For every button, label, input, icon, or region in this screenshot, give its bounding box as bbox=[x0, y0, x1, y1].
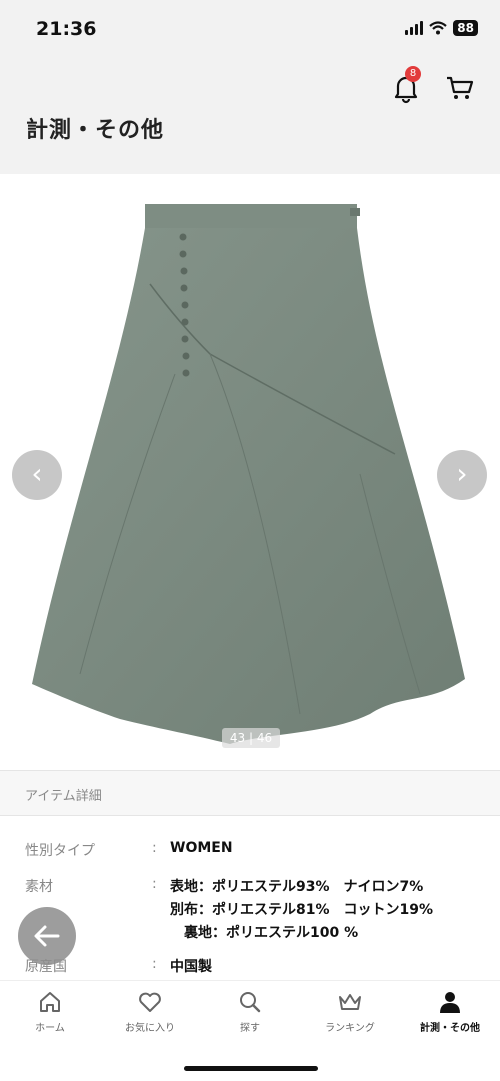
notification-badge: 8 bbox=[405, 66, 421, 82]
chevron-right-icon: › bbox=[456, 457, 468, 490]
detail-value-material-3: 裏地：ポリエステル100 % bbox=[170, 925, 359, 941]
product-image-skirt bbox=[32, 204, 465, 744]
back-button[interactable] bbox=[18, 907, 76, 965]
crown-icon bbox=[339, 994, 361, 1010]
status-time: 21:36 bbox=[36, 18, 97, 40]
wifi-icon bbox=[429, 21, 448, 35]
tab-measure-other[interactable]: 計測・その他 bbox=[405, 989, 495, 1034]
page-title: 計測・その他 bbox=[26, 118, 165, 143]
tab-label: 探す bbox=[240, 1023, 260, 1034]
signal-icon bbox=[405, 21, 424, 35]
product-gallery[interactable]: ‹ › 43 | 46 bbox=[0, 174, 500, 770]
detail-label-gender: 性別タイプ bbox=[25, 843, 95, 859]
detail-colon: : bbox=[152, 876, 157, 892]
status-icons: 88 bbox=[405, 20, 478, 36]
cart-icon[interactable] bbox=[444, 72, 476, 104]
item-details-header: アイテム詳細 bbox=[0, 770, 500, 816]
tab-search[interactable]: 探す bbox=[205, 989, 295, 1034]
chevron-left-icon: ‹ bbox=[31, 457, 43, 490]
tab-label: ランキング bbox=[325, 1023, 375, 1034]
tab-ranking[interactable]: ランキング bbox=[305, 989, 395, 1034]
tab-home[interactable]: ホーム bbox=[5, 989, 95, 1034]
page-header: 8 計測・その他 bbox=[0, 60, 500, 174]
tab-favorites[interactable]: お気に入り bbox=[105, 989, 195, 1034]
person-icon bbox=[440, 992, 460, 1013]
detail-value-material-2: 別布：ポリエステル81% コットン19% bbox=[170, 902, 434, 918]
detail-value-gender: WOMEN bbox=[170, 840, 233, 856]
arrow-left-icon bbox=[34, 925, 60, 947]
tab-label: 計測・その他 bbox=[420, 1023, 480, 1034]
detail-label-material: 素材 bbox=[25, 879, 53, 895]
tab-label: ホーム bbox=[35, 1023, 65, 1034]
tab-label: お気に入り bbox=[125, 1023, 175, 1034]
detail-colon: : bbox=[152, 956, 157, 972]
prev-image-button[interactable]: ‹ bbox=[12, 450, 62, 500]
image-counter: 43 | 46 bbox=[222, 728, 280, 748]
detail-value-origin: 中国製 bbox=[170, 959, 212, 975]
next-image-button[interactable]: › bbox=[437, 450, 487, 500]
home-icon bbox=[40, 992, 60, 1012]
status-bar: 21:36 88 bbox=[0, 0, 500, 60]
home-indicator bbox=[184, 1066, 318, 1071]
heart-icon bbox=[139, 992, 161, 1012]
detail-value-material-1: 表地：ポリエステル93% ナイロン7% bbox=[170, 879, 424, 895]
battery-indicator: 88 bbox=[453, 20, 478, 36]
search-icon bbox=[240, 992, 261, 1013]
section-title: アイテム詳細 bbox=[25, 789, 102, 804]
detail-colon: : bbox=[152, 840, 157, 856]
